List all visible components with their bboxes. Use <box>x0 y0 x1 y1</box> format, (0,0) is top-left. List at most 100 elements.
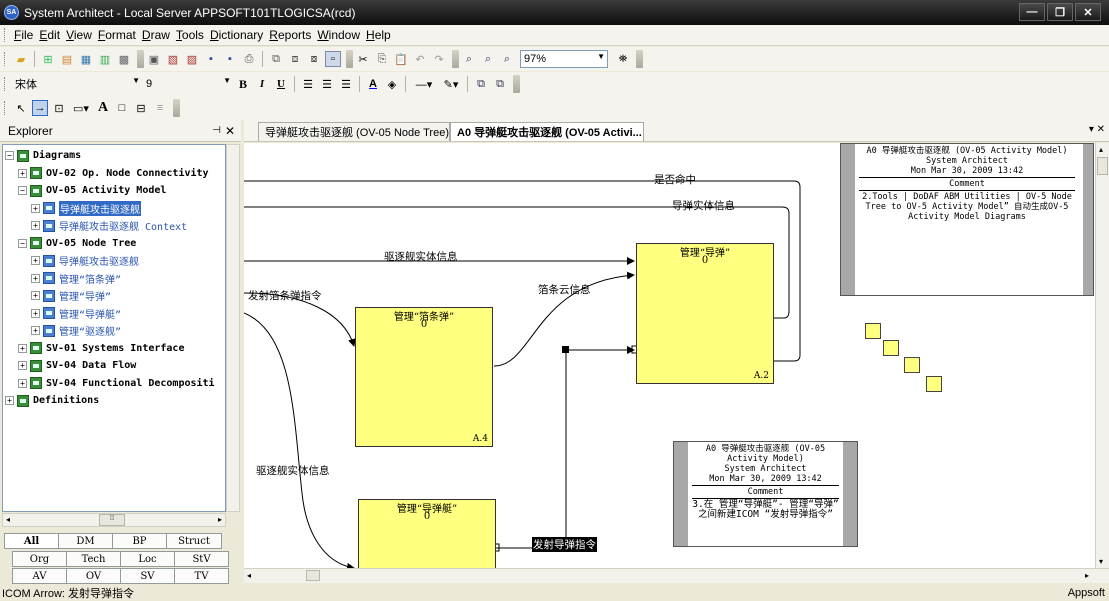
font-name-combo[interactable]: 宋体 ▼ <box>12 75 142 93</box>
copy-diagram-icon[interactable]: ▧ <box>165 51 181 67</box>
zoom-in-icon[interactable]: ⌕ <box>480 51 496 67</box>
maximize-button[interactable]: ❐ <box>1047 3 1073 21</box>
scroll-right-icon[interactable]: ▸ <box>1085 571 1089 580</box>
comment-note-2[interactable]: A0 导弹艇攻击驱逐舰 (OV-05 Activity Model) Syste… <box>673 441 858 547</box>
tree-item[interactable]: + Definitions <box>5 392 99 409</box>
menu-edit[interactable]: Edit <box>36 28 63 42</box>
encyclopedia-icon[interactable]: ▦ <box>78 51 94 67</box>
tree-item[interactable]: + 管理“导弹” <box>31 287 111 304</box>
vertical-scroll-thumb[interactable] <box>1097 157 1108 175</box>
copy-icon[interactable]: ⎘ <box>374 51 390 67</box>
grid-icon[interactable]: ▩ <box>116 51 132 67</box>
save-all-icon[interactable]: ▪ <box>222 51 238 67</box>
tree-item[interactable]: − OV-05 Activity Model <box>18 182 166 199</box>
collapse-icon[interactable]: − <box>18 238 27 248</box>
collapse-icon[interactable]: − <box>18 186 27 195</box>
hierarchy-icon[interactable]: ⊞ <box>40 51 56 67</box>
horizontal-scrollbar[interactable]: ◂ ▸ <box>244 568 1109 583</box>
tree-vertical-scrollbar[interactable] <box>226 144 240 512</box>
tree-item[interactable]: − Diagrams <box>5 147 81 164</box>
pin-icon[interactable]: ⊣ <box>212 125 221 136</box>
expand-icon[interactable]: + <box>31 308 40 318</box>
minimize-button[interactable]: — <box>1019 3 1045 21</box>
line-style-icon[interactable]: —▾ <box>411 76 437 92</box>
box-tool-icon[interactable]: ⊡ <box>51 100 67 116</box>
clear-format-icon[interactable]: ⧇ <box>306 51 322 67</box>
zoom-out-icon[interactable]: ⌕ <box>499 51 515 67</box>
pointer-icon[interactable]: ↖ <box>13 100 29 116</box>
vertical-scrollbar[interactable]: ▴ ▾ <box>1095 143 1109 568</box>
align-left-icon[interactable]: ☰ <box>300 76 316 92</box>
tab-all[interactable]: All <box>4 533 59 549</box>
lock-icon[interactable]: ▫ <box>325 51 341 67</box>
label-hit[interactable]: 是否命中 <box>654 172 696 187</box>
scroll-up-icon[interactable]: ▴ <box>1099 145 1103 154</box>
fill-color-icon[interactable]: ◈ <box>384 76 400 92</box>
undo-icon[interactable]: ↶ <box>412 51 428 67</box>
properties-icon[interactable]: ▥ <box>97 51 113 67</box>
bring-front-icon[interactable]: ⧉ <box>473 76 489 92</box>
new-diagram-icon[interactable]: ▤ <box>59 51 75 67</box>
tree-item[interactable]: + 管理“导弹艇” <box>31 305 121 322</box>
tab-node-tree[interactable]: 导弹艇攻击驱逐舰 (OV-05 Node Tree) <box>258 122 450 141</box>
tree-item[interactable]: + 管理“箔条弹” <box>31 270 121 287</box>
zoom-combo[interactable]: 97% ▼ <box>520 50 608 68</box>
tree-item[interactable]: + SV-04 Functional Decompositi <box>18 375 215 392</box>
tab-tv[interactable]: TV <box>174 568 229 584</box>
menu-format[interactable]: Format <box>95 28 139 42</box>
scroll-right-icon[interactable]: ▸ <box>218 515 222 524</box>
frame-tool-icon[interactable]: □ <box>114 100 130 116</box>
symbol-tool-icon[interactable]: ⊟ <box>133 100 149 116</box>
tab-struct[interactable]: Struct <box>166 533 222 549</box>
tab-activity-model[interactable]: A0 导弹艇攻击驱逐舰 (OV-05 Activi... <box>450 122 644 141</box>
expand-icon[interactable]: + <box>18 378 27 388</box>
line-color-icon[interactable]: ✎▾ <box>440 76 462 92</box>
arrow-tool-icon[interactable]: → <box>32 100 48 116</box>
cut-icon[interactable]: ✂ <box>355 51 371 67</box>
menu-reports[interactable]: Reports <box>266 28 314 42</box>
horizontal-scroll-thumb[interactable] <box>306 570 320 581</box>
open-icon[interactable]: ▰ <box>13 51 29 67</box>
tree-scroll-thumb[interactable]: ⦙⦙⦙ <box>99 514 125 526</box>
align-center-icon[interactable]: ☰ <box>319 76 335 92</box>
tab-list-icon[interactable]: ▾ ✕ <box>1089 124 1105 135</box>
toolbar-overflow[interactable] <box>346 50 353 68</box>
menu-file[interactable]: File <box>11 28 36 42</box>
tab-dm[interactable]: DM <box>58 533 113 549</box>
tab-av[interactable]: AV <box>12 568 67 584</box>
label-destroyer-info[interactable]: 驱逐舰实体信息 <box>384 249 458 264</box>
bold-icon[interactable]: B <box>235 76 251 92</box>
tab-tech[interactable]: Tech <box>66 551 121 567</box>
rectangle-tool-icon[interactable]: ▭▾ <box>70 100 92 116</box>
label-chaff-cloud[interactable]: 箔条云信息 <box>538 282 591 297</box>
expand-icon[interactable]: + <box>18 343 27 353</box>
send-back-icon[interactable]: ⧉ <box>492 76 508 92</box>
expand-icon[interactable]: + <box>31 221 40 230</box>
explorer-tree[interactable]: − Diagrams + OV-02 Op. Node Connectivity − OV… <box>2 144 226 512</box>
tab-loc[interactable]: Loc <box>120 551 175 567</box>
tree-item[interactable]: + OV-02 Op. Node Connectivity <box>18 165 209 182</box>
line-tool-icon[interactable]: ≡ <box>152 100 168 116</box>
scroll-left-icon[interactable]: ◂ <box>247 571 251 580</box>
tree-item[interactable]: + 导弹艇攻击驱逐舰 <box>31 200 141 217</box>
tab-ov[interactable]: OV <box>66 568 121 584</box>
comment-note-1[interactable]: A0 导弹艇攻击驱逐舰 (OV-05 Activity Model) Syste… <box>840 143 1094 296</box>
font-color-icon[interactable]: A <box>365 76 381 92</box>
activity-box-chaff[interactable]: 管理“箔条弹” 0 A.4 <box>355 307 493 447</box>
print-icon[interactable]: ⎙ <box>241 51 257 67</box>
scroll-down-icon[interactable]: ▾ <box>1099 557 1103 566</box>
expand-icon[interactable]: + <box>31 291 40 300</box>
scroll-left-icon[interactable]: ◂ <box>6 515 10 524</box>
expand-icon[interactable]: + <box>31 326 40 335</box>
underline-icon[interactable]: U <box>273 76 289 92</box>
menu-view[interactable]: View <box>63 28 95 42</box>
menu-draw[interactable]: Draw <box>139 28 173 42</box>
tab-sv[interactable]: SV <box>120 568 175 584</box>
save-icon[interactable]: ▪ <box>203 51 219 67</box>
toolbar-overflow[interactable] <box>137 50 144 68</box>
menu-help[interactable]: Help <box>363 28 394 42</box>
toolbar-overflow[interactable] <box>173 99 180 117</box>
menu-window[interactable]: Window <box>314 28 363 42</box>
close-button[interactable]: ✕ <box>1075 3 1101 21</box>
diagram-canvas[interactable]: 是否命中 导弹实体信息 驱逐舰实体信息 发射箔条弹指令 箔条云信息 驱逐舰实体信… <box>244 143 1095 568</box>
